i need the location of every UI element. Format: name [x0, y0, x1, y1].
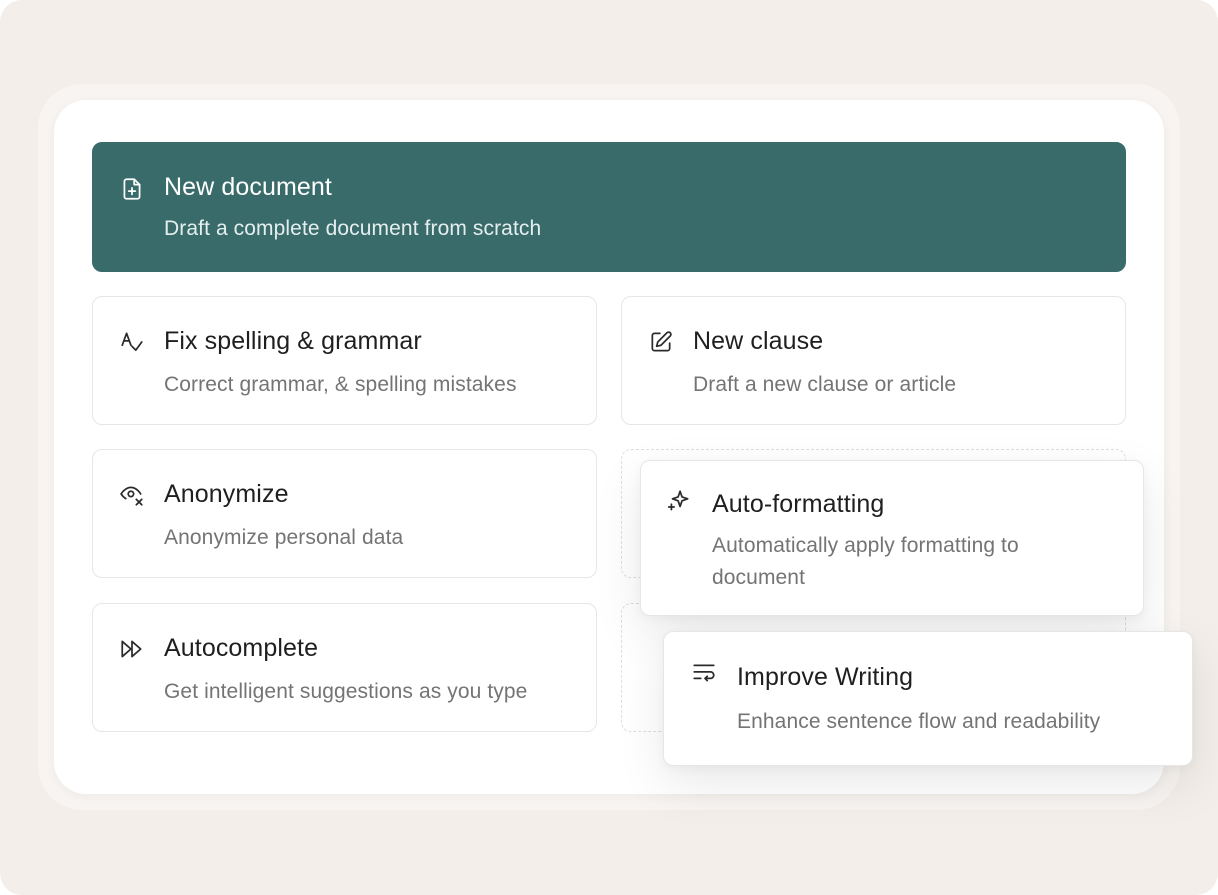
edit-pencil-icon [648, 329, 674, 355]
text-wrap-icon [691, 660, 717, 686]
anonymize-title: Anonymize [164, 480, 289, 508]
new-clause-description: Draft a new clause or article [693, 373, 957, 396]
fix-spelling-grammar-title: Fix spelling & grammar [164, 327, 422, 355]
sparkles-icon [666, 488, 692, 514]
auto-formatting-description: Automatically apply formatting to docume… [712, 534, 1019, 589]
fast-forward-icon [119, 636, 145, 662]
anonymize-card[interactable]: Anonymize Anonymize personal data [92, 449, 597, 578]
new-clause-title: New clause [693, 327, 824, 355]
autocomplete-title: Autocomplete [164, 634, 319, 662]
file-plus-icon [119, 176, 145, 202]
auto-formatting-title: Auto-formatting [712, 490, 885, 518]
new-clause-card[interactable]: New clause Draft a new clause or article [621, 296, 1126, 425]
autocomplete-card[interactable]: Autocomplete Get intelligent suggestions… [92, 603, 597, 732]
eye-off-icon [119, 482, 145, 508]
new-document-card[interactable]: New document Draft a complete document f… [92, 142, 1126, 272]
fix-spelling-grammar-card[interactable]: Fix spelling & grammar Correct grammar, … [92, 296, 597, 425]
fix-spelling-grammar-description: Correct grammar, & spelling mistakes [164, 373, 517, 396]
improve-writing-description: Enhance sentence flow and readability [737, 710, 1101, 733]
new-document-description: Draft a complete document from scratch [164, 217, 542, 240]
improve-writing-title: Improve Writing [737, 663, 914, 691]
auto-formatting-card[interactable]: Auto-formatting Automatically apply form… [640, 460, 1144, 616]
autocomplete-description: Get intelligent suggestions as you type [164, 680, 528, 703]
canvas-background: New document Draft a complete document f… [0, 0, 1218, 895]
improve-writing-card[interactable]: Improve Writing Enhance sentence flow an… [663, 631, 1193, 766]
new-document-title: New document [164, 173, 332, 201]
anonymize-description: Anonymize personal data [164, 526, 404, 549]
spell-check-icon [119, 329, 145, 355]
